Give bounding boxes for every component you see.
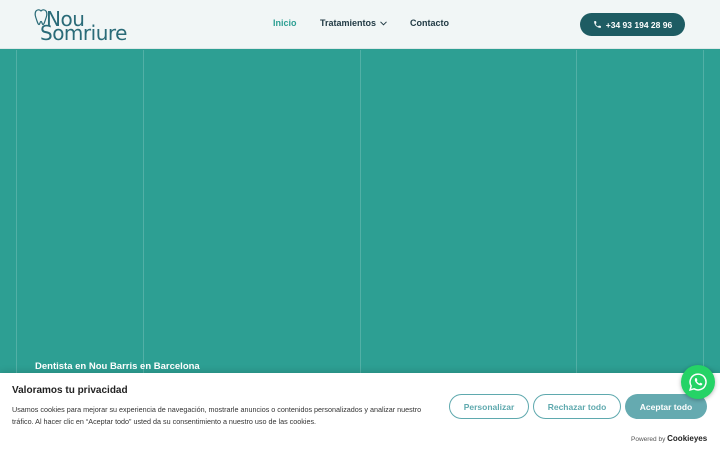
phone-icon — [593, 21, 601, 28]
hero-caption: Dentista en Nou Barris en Barcelona — [35, 361, 200, 372]
hero-divider — [16, 50, 17, 373]
hero-divider — [143, 50, 144, 373]
hero-section: Dentista en Nou Barris en Barcelona — [0, 50, 720, 373]
chevron-down-icon — [380, 21, 387, 26]
phone-number: +34 93 194 28 96 — [605, 19, 673, 30]
hero-divider — [703, 50, 704, 373]
cookie-title: Valoramos tu privacidad — [12, 385, 128, 396]
powered-by-label: Powered by — [631, 436, 666, 443]
cookieyes-brand: Cookieyes — [667, 434, 708, 443]
whatsapp-icon — [689, 373, 707, 391]
logo[interactable]: Nou Somriure — [34, 7, 127, 45]
phone-button[interactable]: +34 93 194 28 96 — [580, 13, 685, 36]
nav-item-tratamientos-label: Tratamientos — [320, 18, 377, 28]
powered-by[interactable]: Powered by Cookieyes — [631, 434, 707, 443]
customize-button[interactable]: Personalizar — [449, 394, 529, 419]
hero-divider — [360, 50, 361, 373]
nav-item-contacto[interactable]: Contacto — [410, 18, 449, 28]
whatsapp-button[interactable] — [681, 365, 715, 399]
reject-all-button[interactable]: Rechazar todo — [533, 394, 621, 419]
cookie-description: Usamos cookies para mejorar su experienc… — [12, 405, 422, 426]
hero-divider — [576, 50, 577, 373]
site-header: Nou Somriure Inicio Tratamientos Contact… — [0, 0, 720, 49]
logo-text-line2: Somriure — [40, 21, 127, 45]
cookie-banner: Valoramos tu privacidad Usamos cookies p… — [0, 373, 720, 450]
nav-item-tratamientos[interactable]: Tratamientos — [320, 18, 387, 28]
nav-item-inicio[interactable]: Inicio — [273, 18, 297, 28]
